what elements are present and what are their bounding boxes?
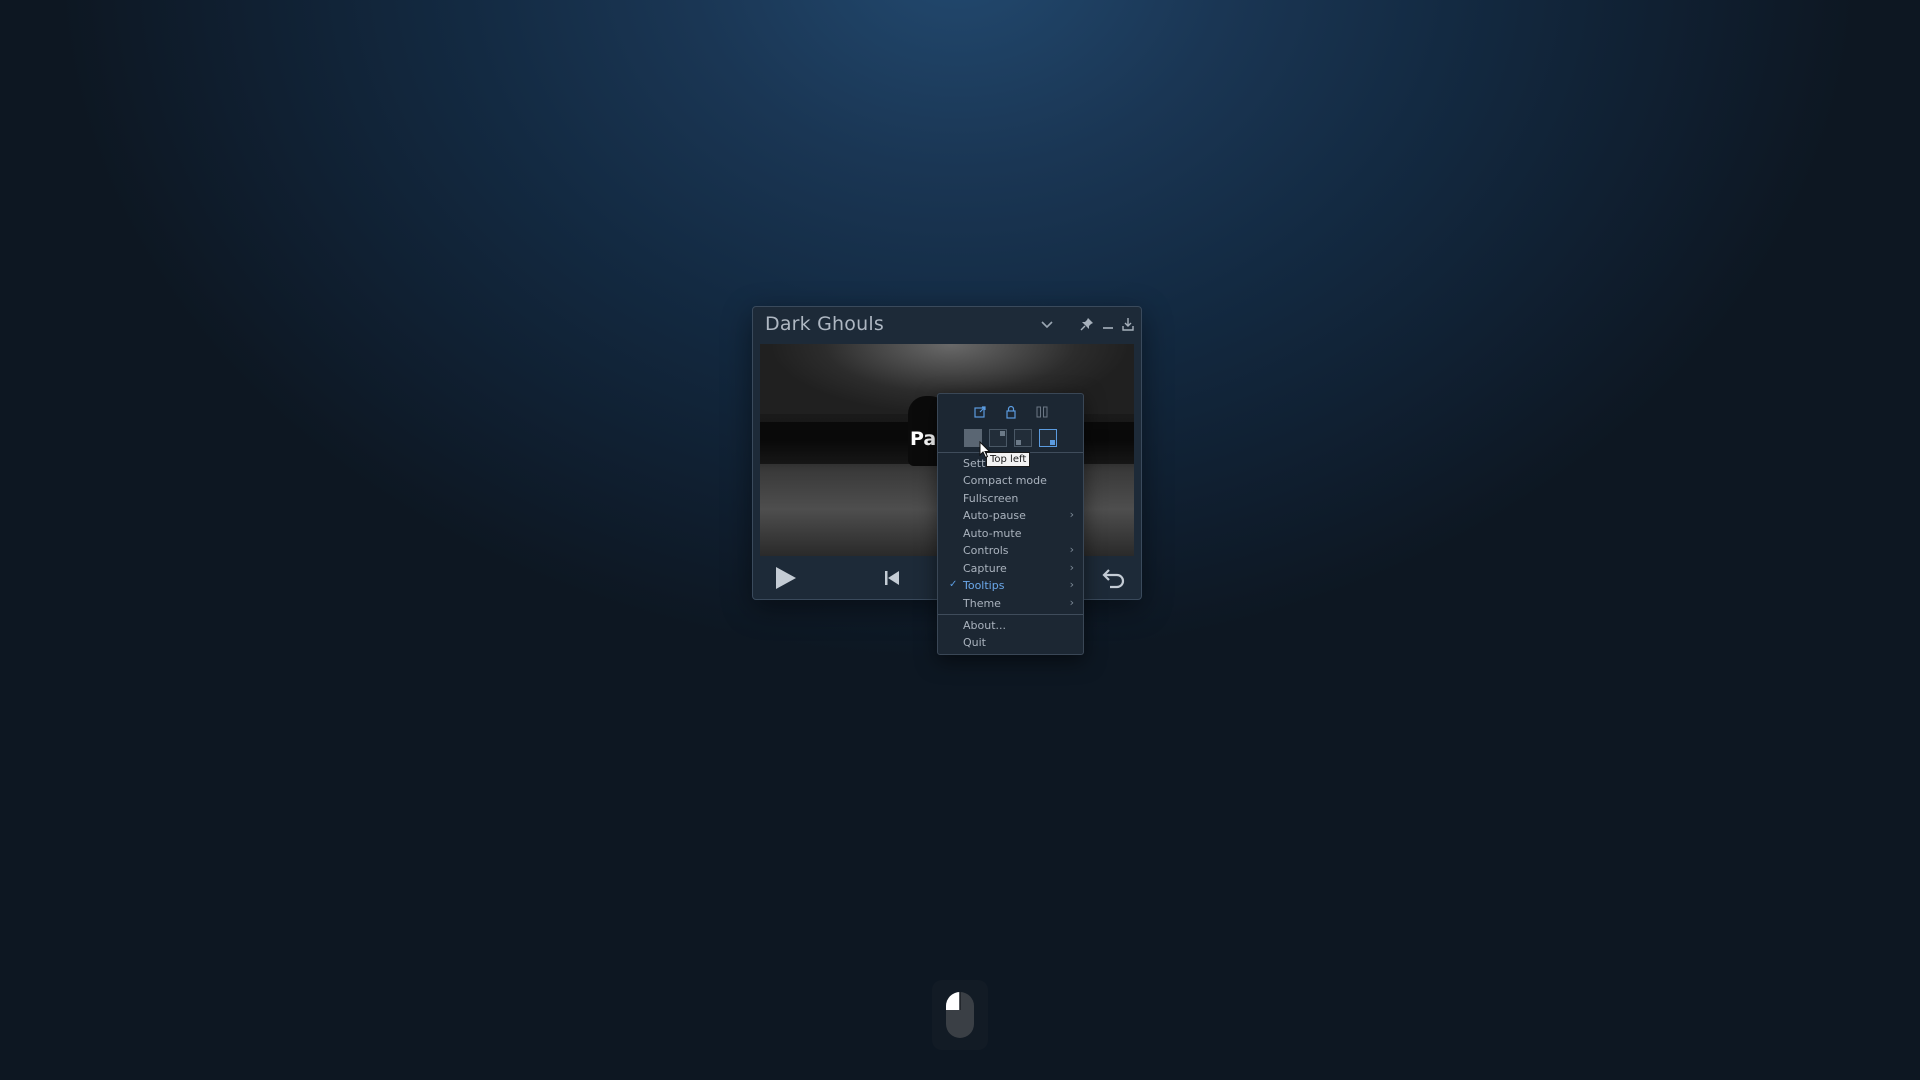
window-title: Dark Ghouls <box>765 313 884 335</box>
checkmark-icon: ✓ <box>949 579 958 590</box>
pause-bars-icon[interactable] <box>1034 404 1050 420</box>
download-icon[interactable] <box>1120 316 1136 332</box>
submenu-arrow-icon: › <box>1069 508 1074 521</box>
submenu-arrow-icon: › <box>1069 578 1074 591</box>
menu-item-auto-mute[interactable]: Auto-mute <box>938 526 1083 543</box>
corner-bottom-left-button[interactable] <box>1014 429 1032 447</box>
menu-icon-row <box>938 404 1083 422</box>
menu-item-capture[interactable]: Capture › <box>938 561 1083 578</box>
lock-icon[interactable] <box>1003 404 1019 420</box>
menu-item-fullscreen[interactable]: Fullscreen <box>938 491 1083 508</box>
undo-icon[interactable] <box>1102 567 1126 593</box>
menu-item-compact-mode[interactable]: Compact mode <box>938 473 1083 490</box>
external-link-icon[interactable] <box>972 404 988 420</box>
title-bar[interactable]: Dark Ghouls <box>753 307 1141 341</box>
submenu-arrow-icon: › <box>1069 543 1074 556</box>
chevron-down-icon[interactable] <box>1039 316 1055 332</box>
menu-item-quit[interactable]: Quit <box>938 635 1083 652</box>
submenu-arrow-icon: › <box>1069 596 1074 609</box>
minimize-icon[interactable] <box>1100 316 1116 332</box>
corner-top-right-button[interactable] <box>989 429 1007 447</box>
mouse-click-indicator <box>932 980 988 1050</box>
pin-icon[interactable] <box>1079 316 1095 332</box>
paused-overlay-text: Pa <box>910 428 937 450</box>
menu-item-about[interactable]: About... <box>938 618 1083 635</box>
skip-back-icon[interactable] <box>883 569 901 591</box>
corner-position-picker <box>938 429 1083 449</box>
menu-item-tooltips[interactable]: ✓ Tooltips › <box>938 578 1083 595</box>
menu-item-theme[interactable]: Theme › <box>938 596 1083 613</box>
mouse-cursor-icon <box>979 440 991 459</box>
menu-separator <box>938 614 1083 615</box>
context-menu[interactable]: Sett Compact mode Fullscreen Auto-pause … <box>937 393 1084 655</box>
tooltip: Top left <box>986 452 1031 467</box>
submenu-arrow-icon: › <box>1069 561 1074 574</box>
menu-item-controls[interactable]: Controls › <box>938 543 1083 560</box>
corner-bottom-right-button[interactable] <box>1039 429 1057 447</box>
menu-item-auto-pause[interactable]: Auto-pause › <box>938 508 1083 525</box>
play-icon[interactable] <box>772 565 798 595</box>
